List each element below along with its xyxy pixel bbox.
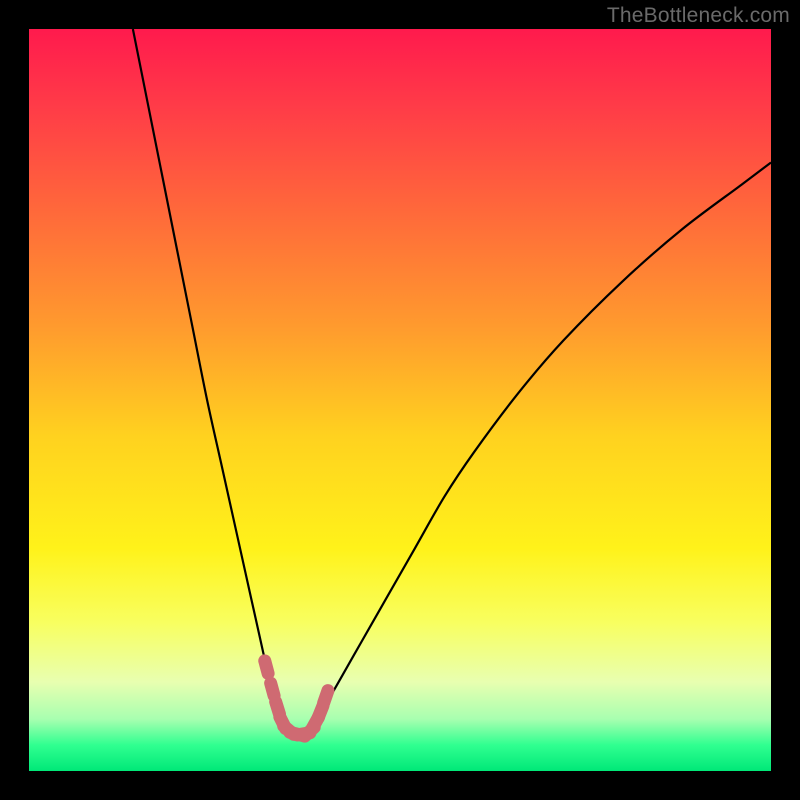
optimal-marker [257,653,276,681]
plot-area [29,29,771,771]
chart-stage: TheBottleneck.com [0,0,800,800]
curve-left-branch [133,29,281,726]
curve-layer [29,29,771,771]
curve-right-branch [311,163,771,727]
attribution-label: TheBottleneck.com [607,4,790,28]
optimal-range-markers [257,653,336,745]
optimal-marker [315,682,336,711]
